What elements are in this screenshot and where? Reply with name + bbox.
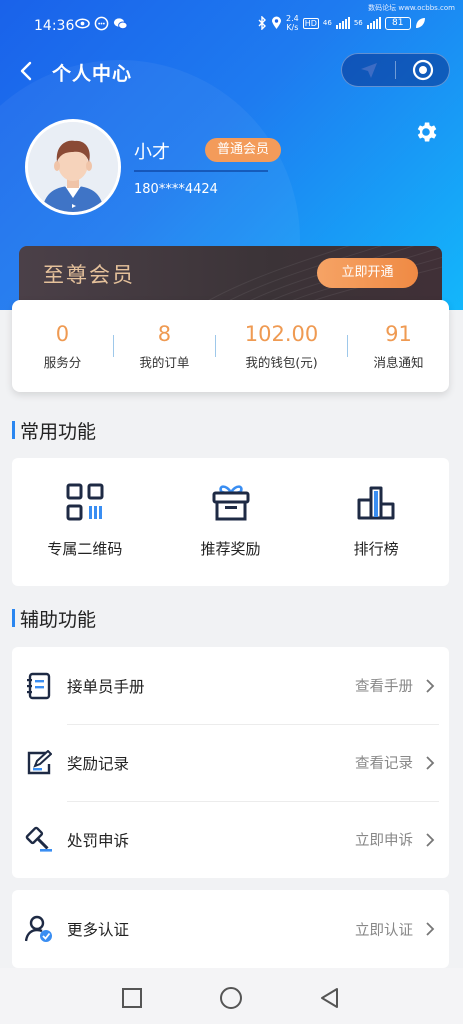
section-title-aux: 辅助功能 (12, 605, 96, 632)
back-button[interactable] (14, 58, 38, 84)
row-label: 更多认证 (67, 921, 130, 939)
stat-label: 我的钱包(元) (245, 354, 318, 370)
func-label: 推荐奖励 (200, 540, 261, 558)
notebook-icon (27, 672, 51, 699)
list-item-penalty-appeal[interactable]: 处罚申诉 立即申诉 (12, 801, 449, 878)
edit-record-icon (27, 749, 52, 774)
wechat-icon (113, 18, 128, 30)
paper-plane-icon (360, 63, 377, 78)
stat-my-orders[interactable]: 8 我的订单 (114, 322, 215, 371)
list-item-reward-record[interactable]: 奖励记录 查看记录 (12, 724, 449, 801)
share-button[interactable] (342, 54, 395, 86)
more-cert-card: 更多认证 立即认证 (12, 890, 449, 968)
stat-label: 服务分 (43, 354, 82, 370)
avatar-image (28, 122, 118, 212)
referral-reward-button[interactable]: 推荐奖励 (158, 458, 304, 586)
signal-a-label: 46 (322, 19, 332, 27)
aux-functions-card: 接单员手册 查看手册 奖励记录 查看记录 处罚申诉 立即申诉 (12, 647, 449, 878)
stat-service-score[interactable]: 0 服务分 (12, 322, 113, 371)
stat-notifications[interactable]: 91 消息通知 (348, 322, 449, 371)
chevron-right-icon (426, 678, 435, 693)
status-bar: 14:36 2.4 K/s HD 46 56 81 数码论坛 www.ocbbs.… (0, 0, 463, 50)
avatar[interactable] (25, 119, 121, 215)
vip-open-button[interactable]: 立即开通 (317, 258, 418, 288)
row-label: 处罚申诉 (67, 831, 130, 850)
vip-title: 至尊会员 (43, 263, 135, 287)
list-item-handbook[interactable]: 接单员手册 查看手册 (12, 647, 449, 724)
name-underline (134, 170, 268, 172)
func-label: 排行榜 (353, 540, 399, 558)
signal-b-label: 56 (353, 19, 363, 27)
func-label: 专属二维码 (47, 540, 123, 558)
chevron-right-icon (426, 755, 435, 770)
chevron-right-icon (426, 832, 435, 847)
qr-code-button[interactable]: 专属二维码 (12, 458, 158, 586)
row-action: 立即认证 (355, 922, 413, 939)
status-time: 14:36 (34, 18, 75, 34)
row-action: 立即申诉 (355, 833, 413, 849)
mini-program-capsule (341, 53, 450, 87)
vip-banner: 至尊会员 立即开通 (19, 246, 442, 306)
username: 小才 (134, 142, 170, 163)
location-icon (272, 16, 281, 29)
signal-icon (366, 17, 381, 29)
bluetooth-icon (258, 16, 266, 30)
member-level-badge: 普通会员 (205, 138, 282, 162)
watermark: 数码论坛 www.ocbbs.com (368, 4, 455, 12)
row-label: 接单员手册 (67, 677, 145, 696)
eye-icon (75, 18, 90, 29)
common-functions-card: 专属二维码 推荐奖励 排行榜 (12, 458, 449, 586)
target-circle-icon (412, 59, 433, 81)
row-action: 查看手册 (355, 679, 413, 695)
page-title: 个人中心 (52, 63, 133, 85)
stat-label: 消息通知 (373, 354, 424, 370)
section-title-common: 常用功能 (12, 417, 96, 444)
list-item-more-certification[interactable]: 更多认证 立即认证 (12, 890, 449, 968)
stat-value: 91 (385, 321, 412, 346)
row-label: 奖励记录 (67, 754, 130, 773)
close-mini-program-button[interactable] (396, 54, 449, 86)
stat-value: 102.00 (244, 321, 319, 346)
chevron-left-icon (20, 61, 32, 81)
nav-bar: 个人中心 (0, 50, 463, 94)
stat-value: 8 (157, 321, 172, 346)
stat-my-wallet[interactable]: 102.00 我的钱包(元) (216, 322, 347, 371)
user-verified-icon (25, 915, 52, 942)
battery-indicator: 81 (384, 16, 411, 30)
message-icon (94, 16, 109, 31)
phone-number: 180****4424 (134, 182, 218, 197)
home-icon[interactable] (219, 986, 243, 1010)
ranking-icon (357, 486, 395, 520)
leaderboard-button[interactable]: 排行榜 (303, 458, 449, 586)
back-triangle-icon[interactable] (318, 986, 342, 1010)
gift-icon (212, 485, 249, 521)
gavel-icon (25, 826, 52, 852)
hd-badge: HD (302, 17, 319, 29)
qr-code-icon (66, 483, 104, 521)
chevron-right-icon (426, 922, 435, 936)
recent-apps-icon[interactable] (120, 986, 144, 1010)
system-navigation-bar (0, 968, 463, 1024)
network-speed: 2.4 K/s (286, 14, 299, 32)
signal-icon (335, 17, 350, 29)
settings-button[interactable] (413, 119, 439, 145)
leaf-icon (415, 18, 425, 28)
stat-label: 我的订单 (139, 354, 190, 370)
gear-icon (417, 122, 437, 142)
stat-value: 0 (55, 321, 70, 346)
stats-card: 0 服务分 8 我的订单 102.00 我的钱包(元) 91 消息通知 (12, 300, 449, 392)
row-action: 查看记录 (355, 756, 413, 772)
